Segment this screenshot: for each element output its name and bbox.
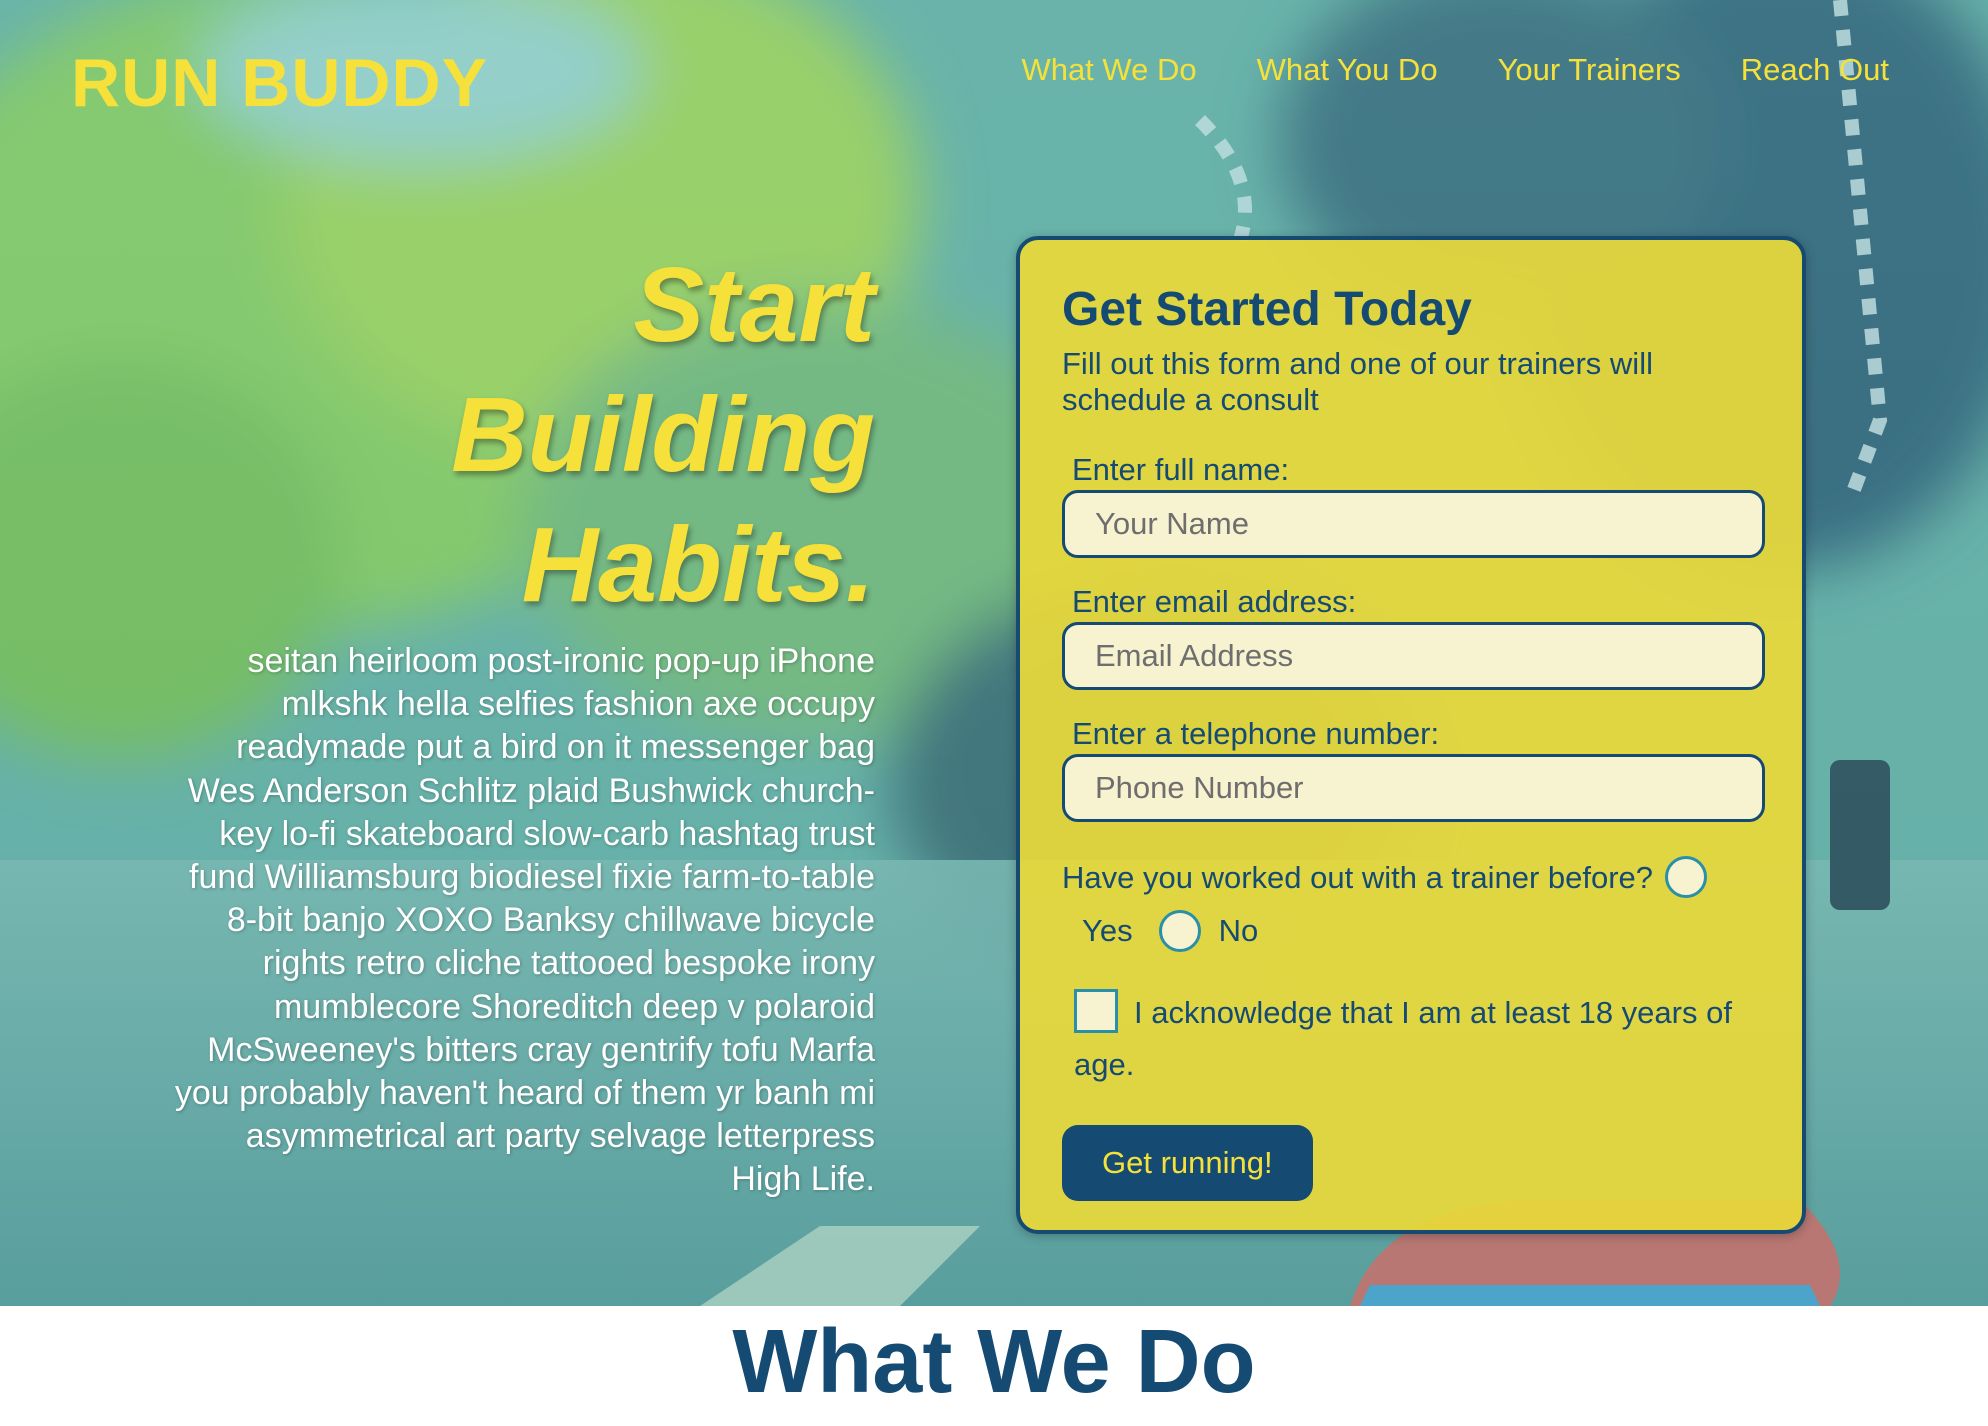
phone-label: Enter a telephone number: <box>1072 716 1440 751</box>
form-title: Get Started Today <box>1062 283 1472 336</box>
main-nav: What We Do What You Do Your Trainers Rea… <box>1021 52 1889 88</box>
no-label: No <box>1218 912 1259 948</box>
hero-title: Start Building Habits. <box>170 240 875 630</box>
nav-link-your-trainers[interactable]: Your Trainers <box>1498 52 1681 88</box>
signup-form-card: Get Started Today Fill out this form and… <box>1016 236 1806 1234</box>
radio-no[interactable] <box>1158 909 1201 952</box>
trainer-question: Have you worked out with a trainer befor… <box>1062 855 1762 901</box>
site-logo[interactable]: RUN BUDDY <box>71 44 488 122</box>
email-input[interactable] <box>1062 622 1765 690</box>
hero-title-line: Start <box>633 246 875 364</box>
name-label: Enter full name: <box>1072 452 1290 487</box>
trainer-question-text: Have you worked out with a trainer befor… <box>1062 860 1654 895</box>
radio-options: Yes No <box>1082 909 1762 953</box>
hero-copy: Start Building Habits. seitan heirloom p… <box>170 240 875 1202</box>
submit-button[interactable]: Get running! <box>1062 1124 1313 1201</box>
age-checkbox-label: I acknowledge that I am at least 18 year… <box>1074 994 1732 1082</box>
hero-section: RUN BUDDY What We Do What You Do Your Tr… <box>0 0 1988 1306</box>
hero-title-line: Habits. <box>521 506 875 624</box>
age-checkbox[interactable] <box>1074 988 1118 1033</box>
phone-input[interactable] <box>1062 754 1765 822</box>
name-input[interactable] <box>1062 490 1765 558</box>
email-label: Enter email address: <box>1072 584 1357 619</box>
form-subtitle: Fill out this form and one of our traine… <box>1062 346 1653 417</box>
radio-yes[interactable] <box>1665 855 1708 898</box>
hero-title-line: Building <box>451 376 875 494</box>
age-acknowledgement: I acknowledge that I am at least 18 year… <box>1074 987 1764 1091</box>
nav-link-reach-out[interactable]: Reach Out <box>1741 52 1889 88</box>
nav-link-what-you-do[interactable]: What You Do <box>1257 52 1438 88</box>
what-we-do-heading: What We Do <box>732 1312 1256 1412</box>
nav-link-what-we-do[interactable]: What We Do <box>1021 52 1196 88</box>
hero-body-text: seitan heirloom post-ironic pop-up iPhon… <box>174 642 875 1199</box>
yes-label: Yes <box>1082 912 1133 948</box>
